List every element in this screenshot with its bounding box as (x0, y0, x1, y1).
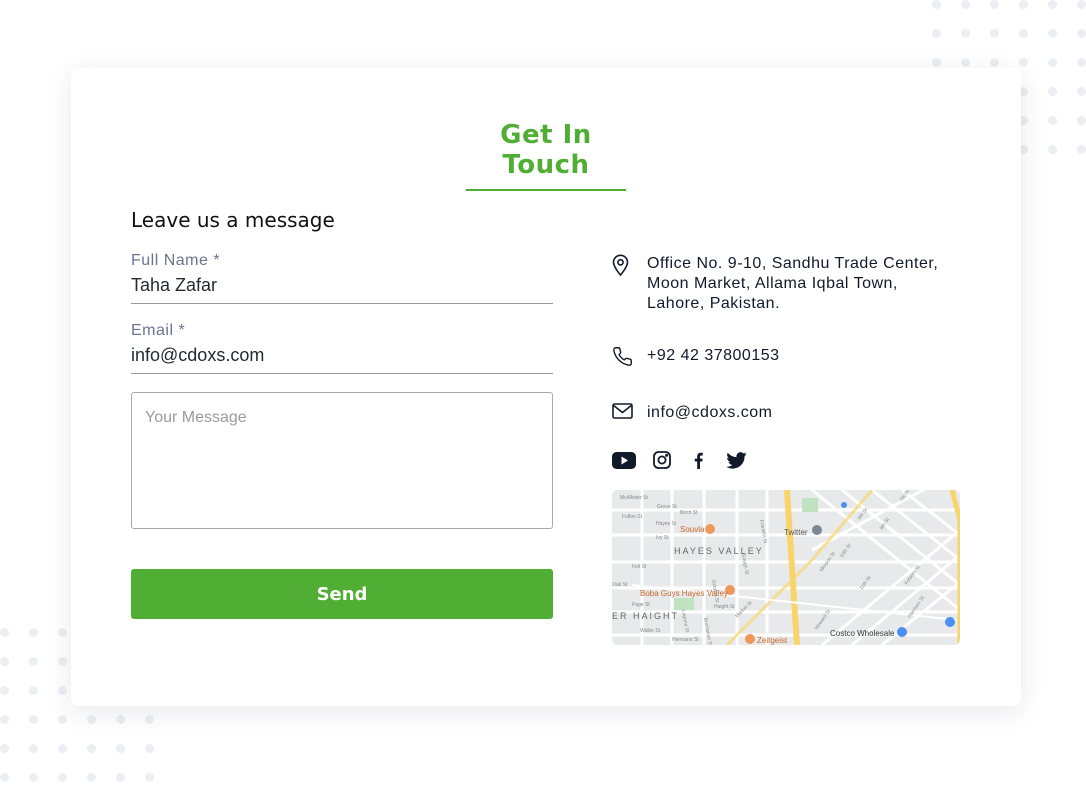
address-line: Office No. 9-10, Sandhu Trade Center, (647, 255, 939, 272)
map-street-label: Ivy St (656, 535, 669, 541)
contact-info: Office No. 9-10, Sandhu Trade Center, Mo… (612, 254, 962, 469)
map-street-label: Oak St (612, 582, 628, 588)
email-field[interactable]: Email * info@cdoxs.com (131, 322, 553, 374)
map-neighborhood-label: HAYES VALLEY (674, 546, 764, 556)
phone-row[interactable]: +92 42 37800153 (612, 346, 962, 373)
email-input[interactable]: info@cdoxs.com (131, 345, 553, 374)
map-neighborhood-label: ER HAIGHT (612, 611, 679, 621)
map-place-label: Costco Wholesale (830, 629, 895, 638)
address-line: Lahore, Pakistan. (647, 295, 781, 312)
youtube-icon[interactable] (612, 451, 636, 469)
phone-icon (612, 346, 647, 373)
mail-icon (612, 403, 647, 425)
address-text: Office No. 9-10, Sandhu Trade Center, Mo… (647, 254, 938, 314)
email-row[interactable]: info@cdoxs.com (612, 403, 962, 425)
full-name-input[interactable]: Taha Zafar (131, 275, 553, 304)
map-street-label: Grove St (657, 504, 677, 510)
map-street-label: Hayes St (656, 521, 677, 527)
facebook-icon[interactable] (688, 452, 709, 469)
map-street-label: Hermann St (672, 637, 699, 643)
email-text[interactable]: info@cdoxs.com (647, 403, 773, 423)
form-title: Leave us a message (131, 208, 335, 232)
social-links (612, 451, 962, 469)
address-line: Moon Market, Allama Iqbal Town, (647, 275, 898, 292)
full-name-label: Full Name * (131, 252, 221, 269)
contact-card: Get In Touch Leave us a message Full Nam… (71, 68, 1021, 706)
map-street-label: Birch St (680, 510, 698, 516)
map-street-label: Waller St (640, 628, 661, 634)
location-pin-icon (612, 254, 647, 282)
map-street-label: Fell St (632, 564, 647, 570)
full-name-field[interactable]: Full Name * Taha Zafar (131, 252, 553, 304)
map-place-label: Twitter (784, 528, 808, 537)
address-row: Office No. 9-10, Sandhu Trade Center, Mo… (612, 254, 962, 314)
map-street-label: Page St (632, 602, 650, 608)
phone-text[interactable]: +92 42 37800153 (647, 346, 780, 366)
message-textarea[interactable]: Your Message (131, 392, 553, 529)
instagram-icon[interactable] (653, 451, 671, 469)
map-place-label: Zeitgeist (757, 636, 788, 645)
heading-block: Get In Touch (466, 120, 626, 191)
map-street-label: McAllister St (620, 495, 648, 501)
email-label: Email * (131, 322, 186, 339)
location-map[interactable]: Souvla Twitter HAYES VALLEY Boba Guys Ha… (612, 490, 960, 645)
map-street-label: Haight St (714, 604, 735, 610)
map-street-label: Fulton St (622, 514, 643, 520)
title-underline (466, 189, 626, 191)
contact-form: Leave us a message Full Name * Taha Zafa… (131, 208, 553, 619)
twitter-icon[interactable] (726, 451, 747, 469)
page-title: Get In Touch (500, 120, 592, 180)
send-button[interactable]: Send (131, 569, 553, 619)
map-place-label: Souvla (680, 525, 705, 534)
